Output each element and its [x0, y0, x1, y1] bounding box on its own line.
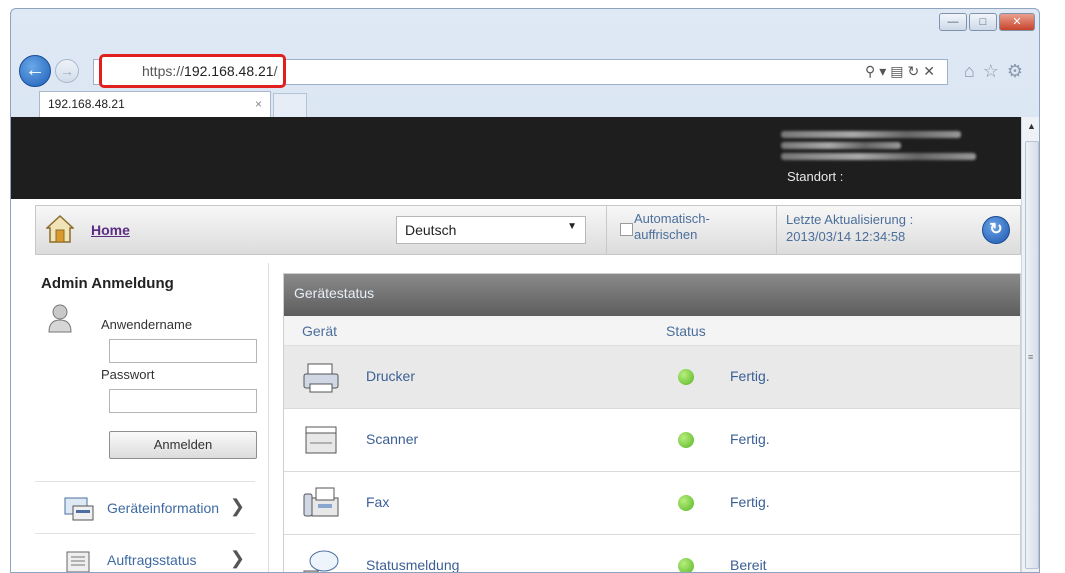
device-info-icon [64, 497, 94, 521]
status-indicator [678, 558, 694, 572]
device-name[interactable]: Scanner [366, 431, 418, 447]
panel-title: Gerätestatus [284, 274, 1020, 316]
browser-window: — □ ✕ ← → https://192.168.48.21/ ⚲▾▤↻✕ ⌂… [10, 8, 1040, 573]
printer-icon [303, 363, 339, 393]
compat-view-icon[interactable]: ▤ [890, 63, 907, 79]
tab-strip: 192.168.48.21 × [11, 91, 1039, 117]
login-button[interactable]: Anmelden [109, 431, 257, 459]
device-name[interactable]: Statusmeldung [366, 557, 459, 572]
auto-refresh-label: Automatisch-auffrischen [634, 211, 710, 242]
sidebar-item-job-status[interactable]: Auftragsstatus ❯ [35, 533, 255, 572]
device-header: Standort : [11, 117, 1021, 199]
device-status-panel: Gerätestatus Gerät Status Drucker Fertig… [283, 273, 1021, 573]
sidebar-item-label: Auftragsstatus [107, 552, 197, 568]
table-row[interactable]: Fax Fertig. [284, 472, 1020, 535]
tab-title: 192.168.48.21 [48, 97, 125, 111]
forward-arrow-icon[interactable]: → [55, 59, 79, 83]
location-label: Standort : [787, 169, 844, 184]
status-indicator [678, 369, 694, 385]
address-bar-icons: ⚲▾▤↻✕ [865, 63, 939, 80]
language-value: Deutsch [405, 222, 457, 238]
password-label: Passwort [101, 367, 155, 382]
language-select[interactable]: Deutsch ▼ [396, 216, 586, 244]
grip-icon: ≡ [1028, 352, 1034, 362]
new-tab-button[interactable] [273, 93, 307, 117]
username-label: Anwendername [101, 317, 193, 332]
device-status: Fertig. [730, 431, 770, 447]
user-icon [48, 304, 72, 333]
table-row[interactable]: Drucker Fertig. [284, 346, 1020, 409]
table-row[interactable]: Statusmeldung Bereit [284, 535, 1020, 573]
chevron-right-icon: ❯ [229, 548, 245, 568]
device-status: Fertig. [730, 368, 770, 384]
last-update: Letzte Aktualisierung : 2013/03/14 12:34… [786, 211, 966, 245]
browser-toolbar: ⌂☆⚙ [964, 61, 1031, 82]
sidebar-item-device-info[interactable]: Geräteinformation ❯ [35, 481, 255, 533]
house-icon[interactable] [46, 214, 74, 244]
admin-login-title: Admin Anmeldung [41, 275, 174, 292]
scroll-up-icon[interactable]: ▲ [1022, 121, 1039, 131]
address-bar[interactable]: https://192.168.48.21/ ⚲▾▤↻✕ [93, 54, 948, 88]
dropdown-icon[interactable]: ▾ [879, 63, 890, 79]
job-status-icon [66, 551, 90, 572]
favorites-star-icon[interactable]: ☆ [983, 61, 1007, 81]
column-status: Status [666, 323, 706, 339]
device-name[interactable]: Fax [366, 494, 389, 510]
maximize-button[interactable]: □ [969, 13, 997, 31]
chevron-down-icon: ▼ [567, 221, 577, 232]
page-viewport: Standort : Home Deutsch ▼ Automatisch-au… [11, 117, 1021, 573]
browser-tab[interactable]: 192.168.48.21 × [39, 91, 271, 117]
home-link[interactable]: Home [91, 222, 130, 238]
device-status: Fertig. [730, 494, 770, 510]
browser-navigation: ← → https://192.168.48.21/ ⚲▾▤↻✕ ⌂☆⚙ [11, 49, 1039, 91]
search-icon[interactable]: ⚲ [865, 63, 879, 79]
url-host: 192.168.48.21 [184, 63, 274, 79]
status-message-icon [303, 550, 339, 572]
back-arrow-icon[interactable]: ← [19, 55, 51, 87]
device-name[interactable]: Drucker [366, 368, 415, 384]
settings-gear-icon[interactable]: ⚙ [1007, 61, 1031, 81]
url-highlight[interactable]: https://192.168.48.21/ [99, 54, 287, 88]
last-update-label: Letzte Aktualisierung : [786, 212, 914, 227]
chevron-right-icon: ❯ [229, 496, 245, 516]
table-row[interactable]: Scanner Fertig. [284, 409, 1020, 472]
home-page-icon[interactable]: ⌂ [964, 61, 983, 81]
window-controls: — □ ✕ [939, 13, 1035, 31]
refresh-icon[interactable]: ↻ [982, 216, 1010, 244]
scanner-icon [305, 426, 337, 454]
username-field[interactable] [109, 339, 257, 363]
auto-refresh-checkbox[interactable] [620, 223, 633, 236]
stop-icon[interactable]: ✕ [923, 63, 939, 79]
vertical-scrollbar[interactable]: ▲ ≡ [1021, 117, 1039, 572]
top-navbar: Home Deutsch ▼ Automatisch-auffrischen L… [35, 205, 1021, 255]
status-indicator [678, 432, 694, 448]
sidebar-item-label: Geräteinformation [107, 500, 220, 516]
fax-icon [303, 487, 339, 517]
scrollbar-thumb[interactable]: ≡ [1025, 141, 1039, 569]
last-update-value: 2013/03/14 12:34:58 [786, 229, 906, 244]
divider [776, 206, 777, 254]
table-header: Gerät Status [284, 316, 1020, 346]
tab-close-icon[interactable]: × [255, 97, 262, 111]
minimize-button[interactable]: — [939, 13, 967, 31]
column-device: Gerät [302, 323, 338, 339]
refresh-page-icon[interactable]: ↻ [908, 63, 924, 79]
url-scheme: https:// [142, 63, 185, 79]
host-info-redacted [781, 127, 981, 164]
url-path: / [273, 63, 278, 79]
divider [606, 206, 607, 254]
status-indicator [678, 495, 694, 511]
password-field[interactable] [109, 389, 257, 413]
close-window-button[interactable]: ✕ [999, 13, 1035, 31]
device-status: Bereit [730, 557, 767, 573]
